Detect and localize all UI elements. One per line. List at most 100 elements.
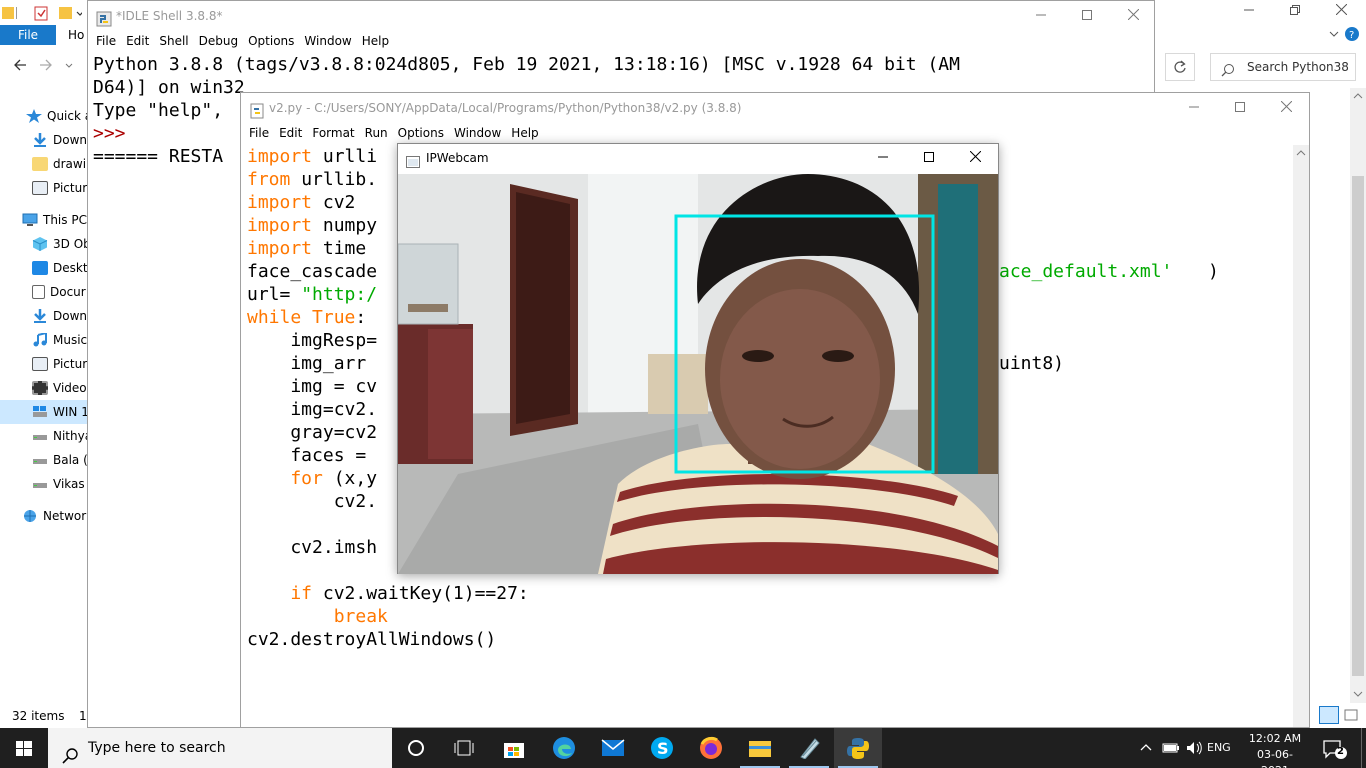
sidebar-item-network[interactable]: Network [0, 504, 88, 528]
shell-close-button[interactable] [1110, 1, 1156, 31]
taskbar-edge-app[interactable] [540, 728, 588, 768]
computer-icon [22, 213, 38, 227]
recent-locations-chevron-icon[interactable] [64, 57, 74, 77]
quick-access-toolbar[interactable] [2, 4, 82, 22]
search-icon [62, 740, 78, 768]
webcam-title: IPWebcam [426, 151, 489, 165]
editor-minimize-button[interactable] [1171, 93, 1217, 123]
editor-maximize-button[interactable] [1217, 93, 1263, 123]
editor-menu-options[interactable]: Options [398, 123, 444, 143]
editor-menu-file[interactable]: File [249, 123, 269, 143]
refresh-button[interactable] [1165, 53, 1195, 81]
sidebar-item-drawing[interactable]: drawin [0, 152, 88, 176]
sidebar-item-documents[interactable]: Docur [0, 280, 88, 304]
sidebar-item-vikas-drive[interactable]: Vikas ( [0, 472, 88, 496]
shell-menu-file[interactable]: File [96, 31, 116, 51]
firefox-icon [700, 736, 722, 759]
details-view-button[interactable] [1319, 706, 1339, 724]
taskbar-skype-app[interactable]: S [638, 728, 686, 768]
battery-icon[interactable] [1161, 740, 1181, 756]
sidebar-item-pictures-quick[interactable]: Pictur [0, 176, 88, 200]
explorer-scrollbar[interactable] [1350, 88, 1366, 703]
ribbon-home-tab[interactable]: Ho [68, 25, 84, 45]
forward-arrow-icon[interactable] [38, 57, 54, 77]
taskbar-explorer-app[interactable] [736, 728, 784, 768]
sidebar-item-label: Quick a [47, 109, 88, 123]
show-desktop-button[interactable] [1361, 728, 1366, 768]
shell-title: *IDLE Shell 3.8.8* [116, 9, 223, 23]
star-icon [26, 109, 42, 123]
status-selection: 1 [79, 709, 87, 723]
shell-menu-shell[interactable]: Shell [159, 31, 188, 51]
sidebar-item-label: Videos [53, 381, 88, 395]
ribbon-expand-icon[interactable] [1326, 26, 1342, 42]
shell-menu-options[interactable]: Options [248, 31, 294, 51]
sidebar-item-win-drive[interactable]: WIN 1 [0, 400, 88, 424]
python-logo-icon [847, 738, 869, 759]
sidebar-item-music[interactable]: Music [0, 328, 88, 352]
shell-menu-window[interactable]: Window [304, 31, 351, 51]
language-indicator[interactable]: ENG [1207, 728, 1231, 768]
sidebar-item-videos[interactable]: Videos [0, 376, 88, 400]
shell-titlebar: *IDLE Shell 3.8.8* [88, 1, 1154, 31]
start-button[interactable] [0, 728, 48, 768]
taskbar-idle-app[interactable] [785, 728, 833, 768]
shell-minimize-button[interactable] [1018, 1, 1064, 31]
editor-close-button[interactable] [1263, 93, 1309, 123]
editor-menu-edit[interactable]: Edit [279, 123, 302, 143]
navigation-pane: Quick a Downl drawin Pictur This PC 3D O… [0, 100, 88, 540]
sidebar-item-pictures[interactable]: Pictur [0, 352, 88, 376]
sidebar-item-desktop[interactable]: Deskto [0, 256, 88, 280]
cortana-button[interactable] [392, 728, 440, 768]
explorer-search-box[interactable]: Search Python38 [1210, 53, 1356, 81]
webcam-close-button[interactable] [952, 144, 998, 174]
webcam-maximize-button[interactable] [906, 144, 952, 174]
editor-menu-window[interactable]: Window [454, 123, 501, 143]
taskbar-firefox-app[interactable] [687, 728, 735, 768]
large-icons-view-button[interactable] [1342, 706, 1360, 724]
task-view-button[interactable] [440, 728, 488, 768]
shell-menu-help[interactable]: Help [362, 31, 389, 51]
sidebar-item-downloads[interactable]: Downl [0, 304, 88, 328]
sidebar-item-this-pc[interactable]: This PC [0, 208, 88, 232]
editor-menu-format[interactable]: Format [312, 123, 354, 143]
explorer-close-button[interactable] [1318, 0, 1364, 25]
sidebar-item-label: Pictur [53, 181, 88, 195]
video-icon [32, 381, 48, 395]
download-icon [32, 309, 48, 323]
taskbar-python-app[interactable] [834, 728, 882, 768]
shell-menu-debug[interactable]: Debug [199, 31, 238, 51]
back-arrow-icon[interactable] [12, 57, 28, 77]
sidebar-item-bala-drive[interactable]: Bala (E [0, 448, 88, 472]
sidebar-item-nithya-drive[interactable]: Nithya [0, 424, 88, 448]
explorer-minimize-button[interactable] [1226, 0, 1272, 25]
taskbar-mail-app[interactable] [589, 728, 637, 768]
sidebar-item-label: drawin [53, 157, 88, 171]
sidebar-item-3d-objects[interactable]: 3D Ob [0, 232, 88, 256]
music-icon [32, 331, 48, 347]
help-icon[interactable]: ? [1344, 26, 1362, 42]
sidebar-item-label: Downl [53, 309, 88, 323]
ribbon-file-tab[interactable]: File [0, 25, 56, 45]
action-center-button[interactable]: 2 [1322, 737, 1348, 761]
webcam-video-frame [398, 174, 998, 574]
taskbar-search-box[interactable]: Type here to search [48, 728, 392, 768]
editor-menu-run[interactable]: Run [365, 123, 388, 143]
sidebar-item-downloads-quick[interactable]: Downl [0, 128, 88, 152]
cube-icon [32, 237, 48, 251]
explorer-restore-button[interactable] [1272, 0, 1318, 25]
show-hidden-icons-chevron-icon[interactable] [1138, 740, 1154, 756]
volume-icon[interactable] [1185, 740, 1205, 756]
network-icon [22, 509, 38, 523]
taskbar-store-app[interactable] [490, 728, 538, 768]
ipwebcam-window: IPWebcam [397, 143, 999, 574]
sidebar-item-label: Nithya [53, 429, 88, 443]
sidebar-item-quick-access[interactable]: Quick a [0, 104, 88, 128]
taskbar-clock[interactable]: 12:02 AM 03-06-2021 [1244, 731, 1306, 768]
sidebar-item-label: Downl [53, 133, 88, 147]
editor-menu-help[interactable]: Help [511, 123, 538, 143]
webcam-minimize-button[interactable] [860, 144, 906, 174]
editor-scrollbar[interactable] [1293, 145, 1309, 727]
shell-maximize-button[interactable] [1064, 1, 1110, 31]
shell-menu-edit[interactable]: Edit [126, 31, 149, 51]
